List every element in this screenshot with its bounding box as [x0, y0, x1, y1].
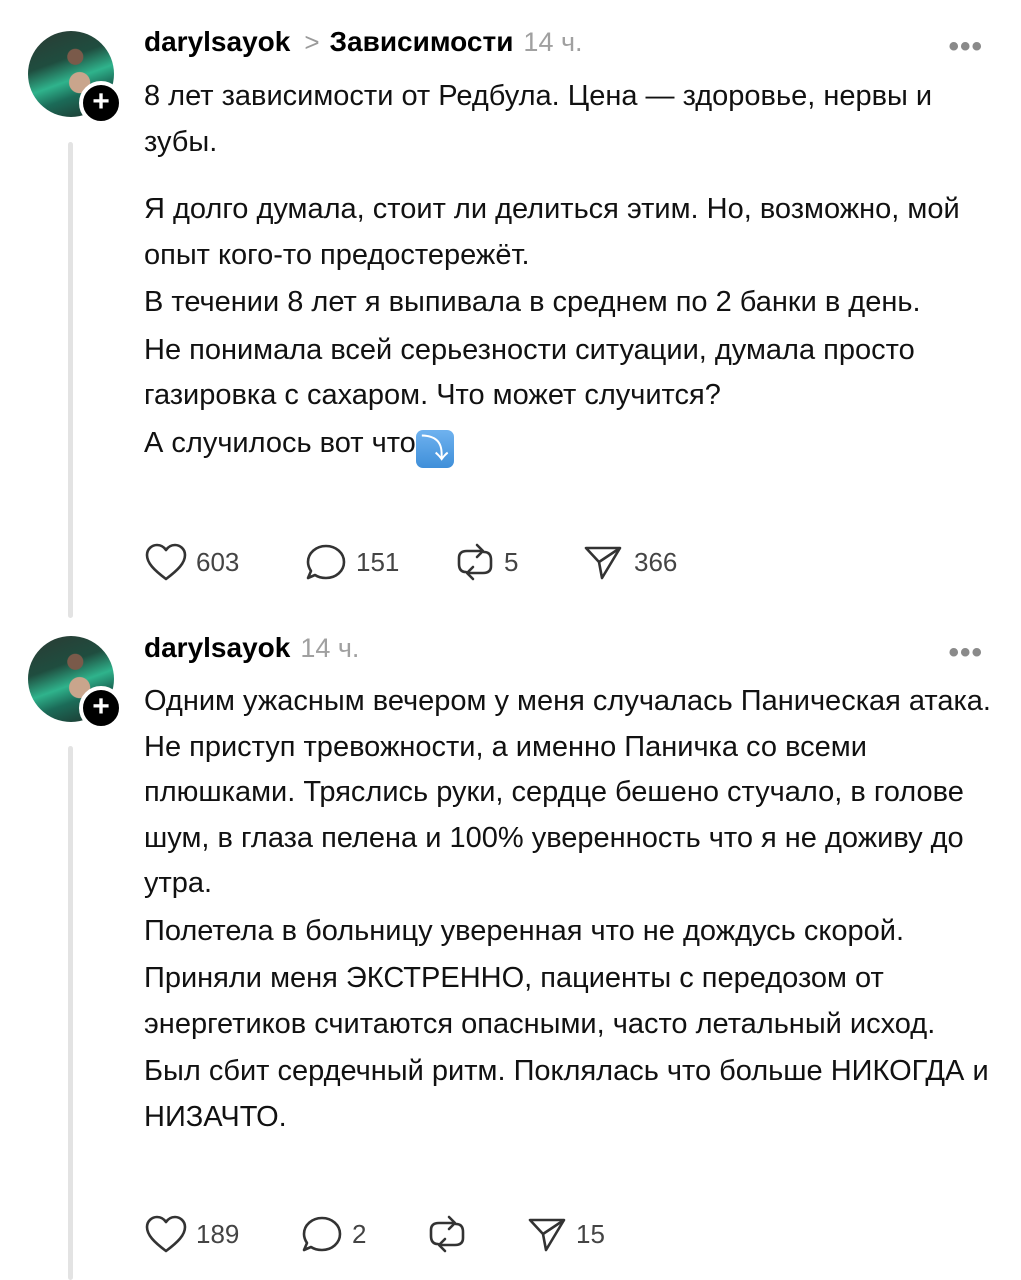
repost-button[interactable]: 5 — [454, 542, 582, 582]
repost-icon — [457, 543, 493, 581]
username[interactable]: darylsayok — [144, 632, 290, 664]
comment-icon — [302, 1216, 342, 1252]
action-bar: 603 151 5 366 — [144, 542, 677, 582]
heart-icon — [145, 1215, 187, 1253]
share-button[interactable]: 366 — [582, 542, 677, 582]
more-options-icon[interactable]: ••• — [948, 30, 983, 64]
timestamp: 14 ч. — [300, 633, 360, 663]
heart-icon — [145, 543, 187, 581]
like-count: 189 — [196, 1218, 240, 1249]
chevron-right-icon: > — [304, 27, 320, 57]
arrow-down-right-emoji-icon: ⤵ — [415, 429, 454, 468]
like-button[interactable]: 603 — [144, 542, 304, 582]
send-icon — [584, 546, 622, 580]
follow-plus-icon[interactable]: + — [79, 81, 123, 125]
timestamp: 14 ч. — [523, 27, 583, 57]
action-bar: 189 2 15 — [144, 1214, 605, 1254]
reply-count: 151 — [356, 546, 400, 577]
like-button[interactable]: 189 — [144, 1214, 300, 1254]
post-paragraph: Я долго думала, стоит ли делиться этим. … — [144, 193, 960, 271]
follow-plus-icon[interactable]: + — [79, 686, 123, 730]
username[interactable]: darylsayok — [144, 26, 290, 58]
reply-button[interactable]: 2 — [300, 1214, 426, 1254]
repost-icon — [429, 1215, 465, 1253]
post-paragraph: Приняли меня ЭКСТРЕННО, пациенты с перед… — [144, 962, 936, 1040]
topic-link[interactable]: Зависимости — [330, 26, 514, 58]
send-icon — [528, 1218, 566, 1252]
like-count: 603 — [196, 546, 240, 577]
comment-icon — [306, 544, 346, 580]
post-body: Одним ужасным вечером у меня случалась П… — [144, 679, 1004, 1140]
repost-count: 5 — [504, 546, 519, 577]
repost-button[interactable] — [426, 1214, 526, 1254]
post-paragraph: В течении 8 лет я выпивала в среднем по … — [144, 286, 921, 318]
post-header: darylsayok 14 ч. — [144, 632, 359, 664]
post-paragraph-last: А случилось вот что ⤵ — [144, 421, 1004, 468]
post-body: 8 лет зависимости от Редбула. Цена — здо… — [144, 74, 1004, 468]
post-paragraph-text: А случилось вот что — [144, 426, 416, 459]
share-count: 15 — [576, 1218, 605, 1249]
post-paragraph: Не понимала всей серьезности ситуации, д… — [144, 333, 915, 412]
post-paragraph: 8 лет зависимости от Редбула. Цена — здо… — [144, 80, 933, 158]
post-paragraph: Одним ужасным вечером у меня случалась П… — [144, 685, 991, 899]
post-paragraph: Полетела в больницу уверенная что не дож… — [144, 914, 905, 947]
thread-line — [68, 142, 73, 618]
thread-line — [68, 746, 73, 1280]
reply-button[interactable]: 151 — [304, 542, 454, 582]
share-button[interactable]: 15 — [526, 1214, 605, 1254]
more-options-icon[interactable]: ••• — [948, 636, 983, 670]
post-paragraph: Был сбит сердечный ритм. Поклялась что б… — [144, 1055, 989, 1133]
share-count: 366 — [634, 546, 678, 577]
reply-count: 2 — [352, 1218, 367, 1249]
post-header: darylsayok > Зависимости 14 ч. — [144, 26, 583, 58]
